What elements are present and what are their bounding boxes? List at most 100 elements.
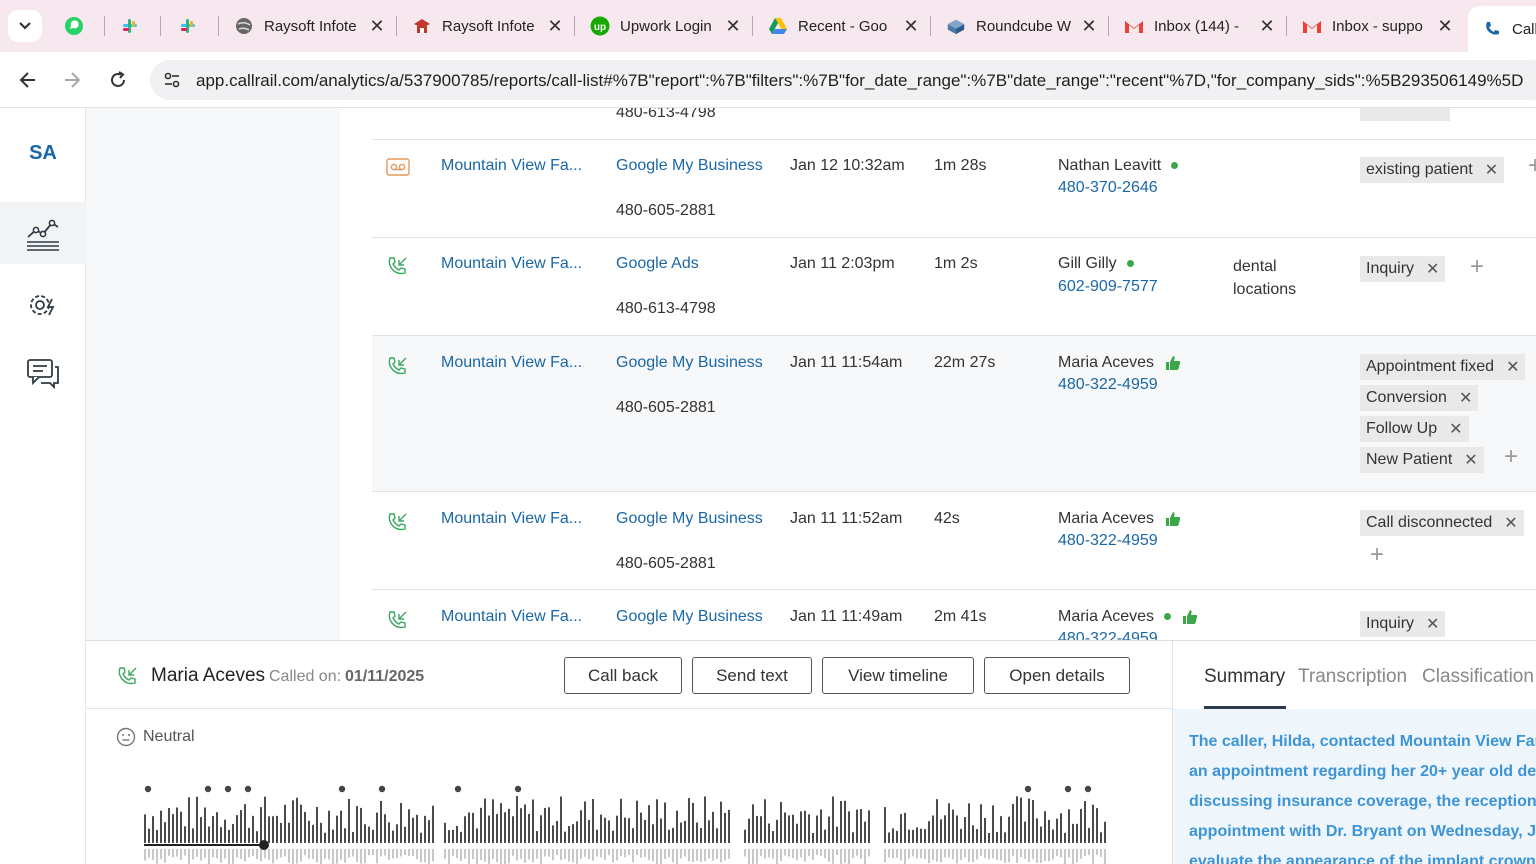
source-link[interactable]: Google My Business xyxy=(616,510,763,528)
tab-summary[interactable]: Summary xyxy=(1204,666,1285,688)
close-icon[interactable]: ✕ xyxy=(1258,16,1276,36)
audio-waveform[interactable] xyxy=(142,779,1112,864)
back-button[interactable] xyxy=(14,66,42,94)
remove-tag-icon[interactable]: ✕ xyxy=(1504,513,1517,533)
waveform-marker[interactable] xyxy=(244,785,252,793)
close-icon[interactable]: ✕ xyxy=(546,16,564,36)
waveform-bar-lower xyxy=(364,849,366,864)
remove-tag-icon[interactable]: ✕ xyxy=(1459,388,1472,408)
browser-tab-whatsapp[interactable] xyxy=(50,8,106,44)
remove-tag-icon[interactable]: ✕ xyxy=(1506,357,1519,377)
waveform-bar xyxy=(664,802,666,843)
address-bar[interactable]: app.callrail.com/analytics/a/537900785/r… xyxy=(150,60,1536,100)
company-link[interactable]: Mountain View Fa... xyxy=(441,255,582,273)
table-row[interactable]: Mountain View Fa... Google My Business 4… xyxy=(372,140,1536,238)
open-details-button[interactable]: Open details xyxy=(984,657,1130,694)
add-tag-button[interactable]: + xyxy=(1504,443,1518,471)
waveform-marker[interactable] xyxy=(378,785,386,793)
waveform-marker[interactable] xyxy=(1084,785,1092,793)
company-link[interactable]: Mountain View Fa... xyxy=(441,354,582,372)
waveform-marker[interactable] xyxy=(204,785,212,793)
browser-tab-roundcube[interactable]: Roundcube W ✕ xyxy=(932,8,1108,44)
remove-tag-icon[interactable]: ✕ xyxy=(1426,259,1439,279)
source-link[interactable]: Google My Business xyxy=(616,608,763,626)
waveform-bar-lower xyxy=(668,849,670,858)
forward-button[interactable] xyxy=(58,66,86,94)
nav-messages[interactable] xyxy=(0,342,86,404)
send-text-button[interactable]: Send text xyxy=(692,657,812,694)
waveform-bar xyxy=(560,796,562,843)
table-row[interactable]: Mountain View Fa... Google Ads 480-613-4… xyxy=(372,238,1536,336)
waveform-marker[interactable] xyxy=(144,785,152,793)
tag-label: Follow Up xyxy=(1366,420,1438,437)
caller-phone-link[interactable]: 480-322-4959 xyxy=(1058,532,1158,550)
account-logo[interactable]: SA xyxy=(0,142,86,165)
waveform-bar xyxy=(308,820,310,843)
waveform-marker[interactable] xyxy=(1024,785,1032,793)
table-row[interactable]: Mountain View Fa... Google My Business 4… xyxy=(372,336,1536,492)
caller-phone-link[interactable]: 480-322-4959 xyxy=(1058,376,1158,394)
add-tag-button[interactable]: + xyxy=(1528,152,1536,180)
source-link[interactable]: Google My Business xyxy=(616,157,763,175)
remove-tag-icon[interactable]: ✕ xyxy=(1426,614,1439,634)
playhead-handle[interactable] xyxy=(259,840,269,850)
waveform-bar xyxy=(1088,827,1090,843)
waveform-marker[interactable] xyxy=(338,785,346,793)
waveform-marker[interactable] xyxy=(1064,785,1072,793)
company-link[interactable]: Mountain View Fa... xyxy=(441,510,582,528)
close-icon[interactable]: ✕ xyxy=(1080,16,1098,36)
waveform-bar xyxy=(232,823,234,843)
waveform-marker[interactable] xyxy=(454,785,462,793)
tab-search-button[interactable] xyxy=(8,10,42,42)
source-link[interactable]: Google Ads xyxy=(616,255,699,273)
close-icon[interactable]: ✕ xyxy=(1436,16,1454,36)
waveform-marker[interactable] xyxy=(224,785,232,793)
close-icon[interactable]: ✕ xyxy=(368,16,386,36)
nav-analytics[interactable] xyxy=(0,202,86,264)
waveform-bar-lower xyxy=(264,849,266,859)
table-row[interactable]: Mountain View Fa... Google My Business J… xyxy=(372,590,1536,642)
reload-button[interactable] xyxy=(104,66,132,94)
tab-transcription[interactable]: Transcription xyxy=(1298,666,1407,688)
source-link[interactable]: Google My Business xyxy=(616,354,763,372)
waveform-bar-lower xyxy=(332,849,334,864)
waveform-bar xyxy=(824,829,826,843)
waveform-bar xyxy=(700,827,702,843)
company-link[interactable]: Mountain View Fa... xyxy=(441,157,582,175)
waveform-bar xyxy=(980,804,982,843)
browser-tab-raysoft-2[interactable]: Raysoft Infote ✕ xyxy=(398,8,574,44)
waveform-bar xyxy=(204,807,206,843)
waveform-bar xyxy=(768,823,770,843)
remove-tag-icon[interactable]: ✕ xyxy=(1449,419,1462,439)
site-info-icon[interactable] xyxy=(162,70,182,90)
remove-tag-icon[interactable]: ✕ xyxy=(1464,450,1477,470)
caller-phone-link[interactable]: 480-370-2646 xyxy=(1058,179,1158,197)
remove-tag-icon[interactable]: ✕ xyxy=(1485,160,1498,180)
waveform-marker[interactable] xyxy=(514,785,522,793)
call-back-button[interactable]: Call back xyxy=(564,657,682,694)
add-tag-button[interactable]: + xyxy=(1470,253,1484,281)
messages-icon xyxy=(27,359,59,390)
caller-name-text: Maria Aceves xyxy=(1058,608,1155,625)
browser-tab-raysoft-1[interactable]: Raysoft Infote ✕ xyxy=(220,8,396,44)
tab-separator xyxy=(396,16,397,36)
browser-tab-slack-2[interactable] xyxy=(164,8,220,44)
browser-tab-upwork[interactable]: up Upwork Login ✕ xyxy=(576,8,752,44)
tab-classification[interactable]: Classification xyxy=(1422,666,1534,688)
company-link[interactable]: Mountain View Fa... xyxy=(441,608,582,626)
table-row[interactable]: 480-613-4798 xyxy=(372,108,1536,140)
close-icon[interactable]: ✕ xyxy=(724,16,742,36)
browser-tab-google-drive[interactable]: Recent - Goo ✕ xyxy=(754,8,930,44)
browser-tab-callrail[interactable]: Call xyxy=(1468,6,1536,52)
browser-tab-slack[interactable] xyxy=(106,8,162,44)
browser-tab-gmail-support[interactable]: Inbox - suppo ✕ xyxy=(1288,8,1464,44)
add-tag-button[interactable]: + xyxy=(1370,541,1384,569)
caller-phone-link[interactable]: 602-909-7577 xyxy=(1058,278,1158,296)
nav-settings[interactable] xyxy=(0,274,86,336)
call-duration: 1m 2s xyxy=(934,255,978,272)
view-timeline-button[interactable]: View timeline xyxy=(822,657,974,694)
table-row[interactable]: Mountain View Fa... Google My Business 4… xyxy=(372,492,1536,590)
close-icon[interactable]: ✕ xyxy=(902,16,920,36)
waveform-bar-lower xyxy=(524,849,526,863)
browser-tab-gmail-inbox[interactable]: Inbox (144) - ✕ xyxy=(1110,8,1286,44)
